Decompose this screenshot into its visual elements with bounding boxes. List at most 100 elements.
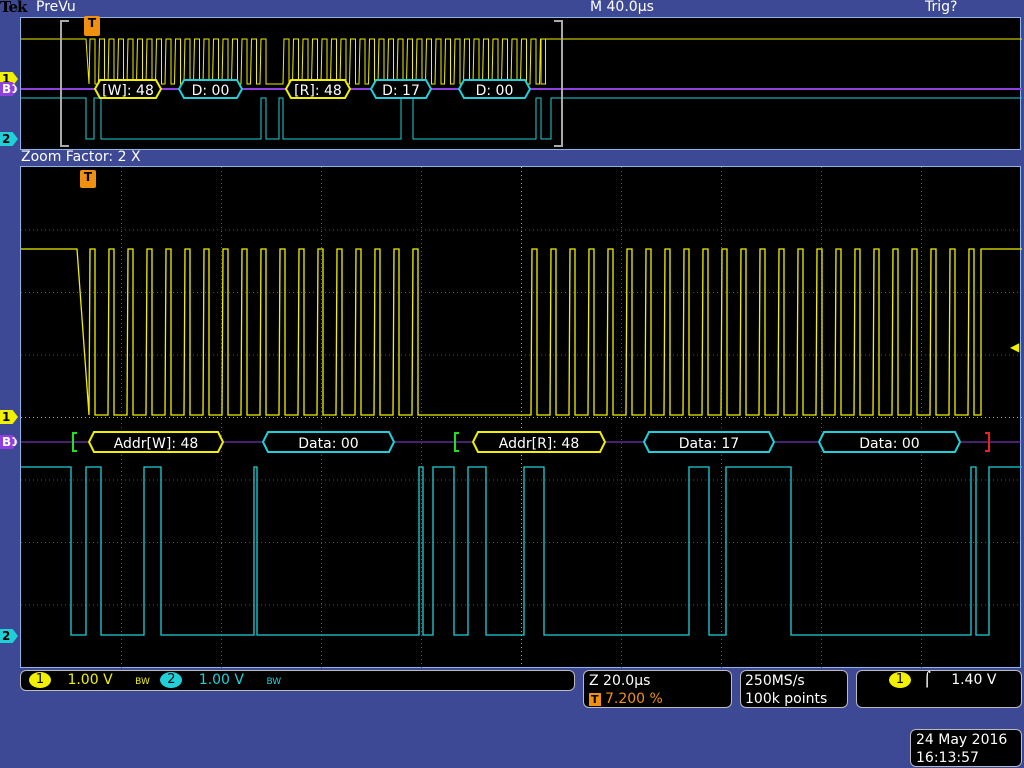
date-time-box[interactable]: 24 May 2016 16:13:57 [910, 729, 1022, 767]
main-timebase[interactable]: M 40.0µs [590, 0, 654, 15]
graticule-dot [221, 255, 222, 256]
graticule-dot [921, 479, 922, 481]
graticule-dot [477, 354, 478, 356]
graticule-dot [169, 417, 170, 418]
graticule-dot [121, 631, 122, 632]
graticule-dot [621, 175, 622, 176]
graticule-dot [421, 495, 422, 496]
graticule-dot [621, 555, 622, 556]
graticule-dot [357, 542, 358, 543]
sample-rate: 250MS/s [745, 673, 805, 689]
graticule-dot [709, 229, 710, 231]
graticule-dot [405, 417, 406, 418]
graticule-dot [121, 379, 122, 380]
graticule-dot [421, 623, 422, 624]
graticule-dot [421, 443, 422, 444]
graticule-dot [821, 571, 822, 572]
graticule-dot [521, 283, 522, 284]
graticule-dot [221, 275, 222, 276]
graticule-dot [49, 479, 50, 481]
graticule-dot [269, 292, 270, 293]
graticule-dot [921, 219, 922, 220]
graticule-dot [821, 611, 822, 612]
graticule-dot [517, 354, 518, 356]
graticule-dot [77, 354, 78, 356]
ch2-overview-marker[interactable]: 2 [0, 132, 18, 146]
graticule-dot [417, 604, 418, 606]
graticule-dot [421, 483, 422, 484]
bus-overview-marker[interactable]: B1 [0, 82, 18, 96]
trigger-level-icon[interactable]: ◀ [1010, 340, 1019, 354]
graticule-dot [921, 417, 922, 418]
graticule-dot [253, 292, 254, 293]
graticule-dot [525, 479, 526, 481]
bus-marker[interactable]: B1 [0, 435, 18, 449]
graticule-dot [297, 542, 298, 543]
graticule-dot [761, 604, 762, 606]
graticule-dot [205, 292, 206, 293]
graticule-dot [721, 579, 722, 580]
graticule-dot [421, 255, 422, 256]
acquisition-box[interactable]: 250MS/s 100k points [740, 670, 848, 708]
graticule-dot [221, 231, 222, 232]
graticule-dot [321, 271, 322, 272]
zoom-waveform-panel[interactable]: Addr[W]: 48 Data: 00 Addr[R]: 48 Data: 17 Da… [20, 166, 1022, 668]
graticule-dot [581, 417, 582, 418]
graticule-dot [453, 229, 454, 231]
ch2-marker[interactable]: 2 [0, 629, 18, 643]
graticule-dot [293, 417, 294, 418]
graticule-dot [321, 315, 322, 316]
graticule-dot [921, 251, 922, 252]
graticule-dot [577, 479, 578, 481]
graticule-dot [121, 579, 122, 580]
graticule-dot [625, 479, 626, 481]
zoom-trigger-position-icon[interactable]: T [80, 170, 96, 188]
graticule-dot [221, 535, 222, 536]
graticule-dot [145, 479, 146, 481]
graticule-dot [561, 229, 562, 231]
graticule-dot [821, 187, 822, 188]
graticule-dot [461, 604, 462, 606]
graticule-dot [1021, 292, 1022, 293]
graticule-dot [37, 479, 38, 481]
graticule-dot [153, 417, 154, 418]
graticule-dot [421, 335, 422, 336]
trigger-position-icon[interactable]: T [84, 16, 100, 36]
ch2-badge[interactable]: 2 [160, 672, 183, 688]
graticule-dot [321, 511, 322, 512]
graticule-dot [793, 354, 794, 356]
graticule-dot [617, 354, 618, 356]
graticule-dot [621, 379, 622, 380]
graticule-dot [921, 503, 922, 504]
channel-status-bar[interactable]: 1 1.00 V BW 2 1.00 V BW [20, 670, 575, 691]
graticule-dot [505, 542, 506, 543]
graticule-dot [121, 211, 122, 212]
graticule-dot [629, 542, 630, 543]
trigger-box[interactable]: 1 ⌠ 1.40 V [856, 670, 1022, 708]
graticule-dot [73, 229, 74, 231]
graticule-dot [281, 542, 282, 543]
graticule-dot [821, 483, 822, 484]
ch1-badge[interactable]: 1 [29, 672, 51, 688]
graticule-dot [421, 447, 422, 448]
graticule-dot [321, 391, 322, 392]
graticule-dot [657, 354, 658, 356]
graticule-dot [221, 599, 222, 600]
graticule-dot [973, 479, 974, 481]
graticule-dot [721, 663, 722, 664]
graticule-dot [221, 591, 222, 592]
zoom-timebase-box[interactable]: Z 20.0µs T 7.200 % [583, 670, 732, 708]
graticule-dot [577, 229, 578, 231]
ch1-scale[interactable]: 1.00 V [67, 672, 112, 688]
graticule-dot [305, 354, 306, 356]
graticule-dot [325, 292, 326, 293]
graticule-dot [321, 407, 322, 408]
graticule-dot [221, 527, 222, 528]
graticule-dot [65, 479, 66, 481]
graticule-dot [741, 604, 742, 606]
graticule-dot [121, 479, 122, 481]
ch1-marker[interactable]: 1 [0, 410, 18, 424]
ch2-scale[interactable]: 1.00 V [199, 672, 244, 688]
graticule-dot [621, 599, 622, 600]
overview-waveform-panel[interactable]: [W]: 48 D: 00 [R]: 48 D: 17 D: 00 [20, 17, 1022, 150]
